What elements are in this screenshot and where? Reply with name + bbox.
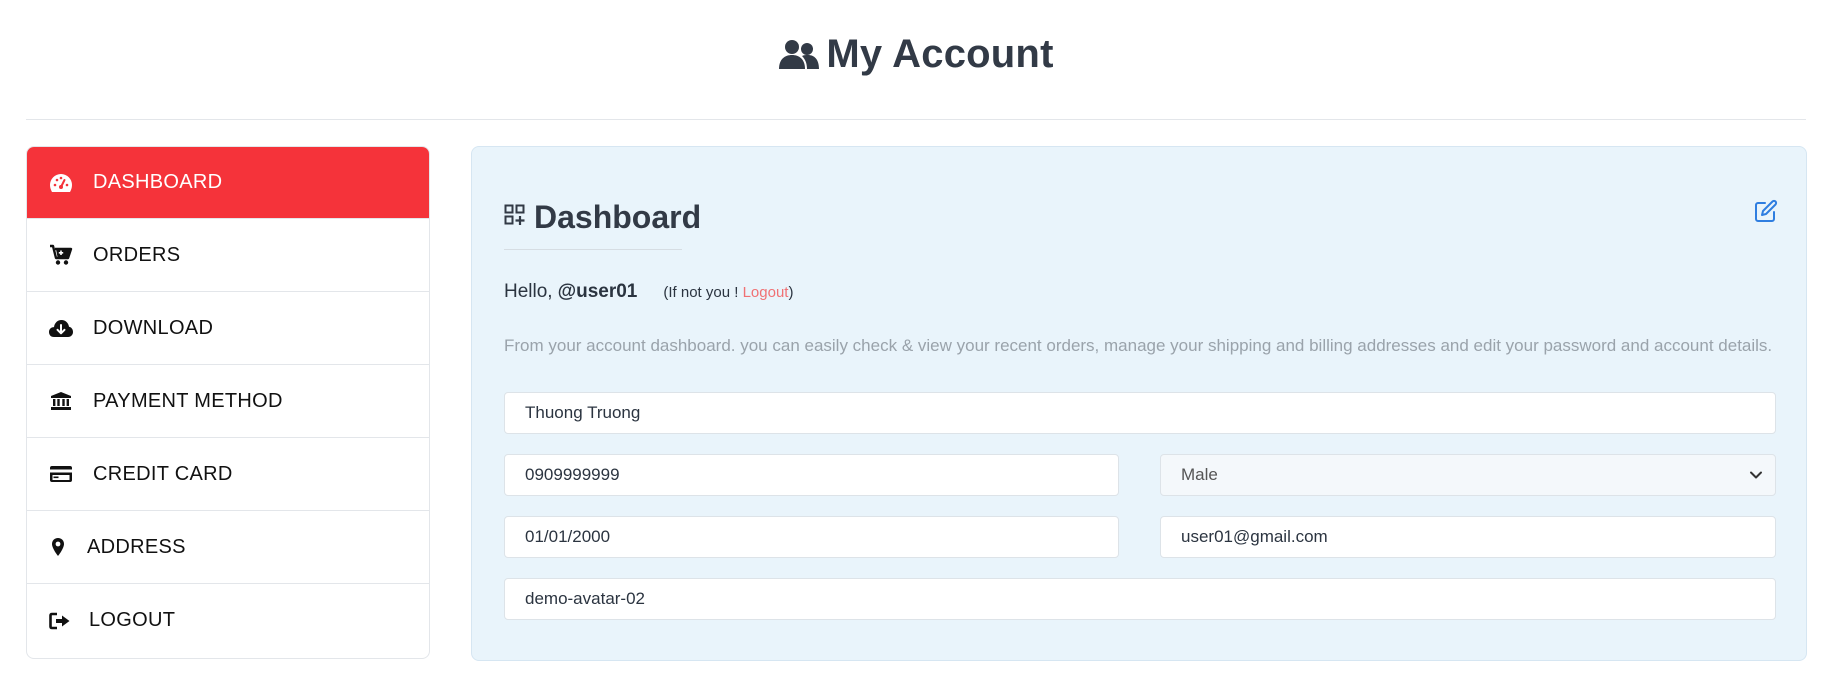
dashboard-panel: Dashboard Hello, @user01 (If not you ! L… (471, 146, 1807, 661)
sidebar-item-label: PAYMENT METHOD (93, 389, 283, 412)
sidebar-item-credit-card[interactable]: CREDIT CARD (27, 438, 429, 511)
cart-icon (47, 243, 75, 267)
chevron-down-icon (1749, 465, 1763, 485)
bank-icon (47, 389, 75, 413)
not-you-prefix: (If not you ! (663, 284, 743, 301)
greeting: Hello, @user01 (If not you ! Logout) (504, 281, 793, 303)
map-marker-icon (47, 535, 69, 559)
greeting-prefix: Hello, (504, 281, 553, 302)
sidebar-item-address[interactable]: ADDRESS (27, 511, 429, 584)
sidebar-item-label: ORDERS (93, 243, 181, 266)
dashboard-description: From your account dashboard. you can eas… (504, 336, 1773, 355)
sidebar-item-label: LOGOUT (89, 609, 176, 631)
credit-card-icon (47, 462, 75, 486)
apps-add-icon (504, 204, 526, 231)
sidebar-item-dashboard[interactable]: DASHBOARD (27, 147, 429, 219)
page-title-wrap: My Account (778, 32, 1053, 77)
title-divider (504, 249, 682, 250)
dashboard-title: Dashboard (534, 199, 702, 235)
page-title: My Account (826, 32, 1054, 76)
gender-select[interactable]: Male (1160, 454, 1776, 496)
cloud-download-icon (47, 316, 75, 340)
sidebar-item-label: DOWNLOAD (93, 316, 214, 339)
name-field[interactable] (504, 392, 1776, 434)
edit-profile-button[interactable] (1754, 199, 1778, 228)
avatar-field[interactable] (504, 578, 1776, 620)
gender-selected-value: Male (1181, 465, 1218, 484)
sidebar-item-payment-method[interactable]: PAYMENT METHOD (27, 365, 429, 438)
page-header: My Account (26, 0, 1806, 120)
sidebar-item-label: DASHBOARD (93, 171, 223, 193)
phone-field[interactable] (504, 454, 1119, 496)
not-you-note: (If not you ! Logout) (663, 284, 793, 301)
sidebar-item-orders[interactable]: ORDERS (27, 219, 429, 292)
logout-link[interactable]: Logout (743, 284, 789, 301)
sign-out-icon (47, 609, 73, 633)
edit-icon (1754, 199, 1778, 227)
tachometer-icon (47, 171, 75, 195)
sidebar-item-label: CREDIT CARD (93, 462, 233, 485)
sidebar-item-download[interactable]: DOWNLOAD (27, 292, 429, 365)
sidebar-item-label: ADDRESS (87, 535, 186, 558)
sidebar-item-logout[interactable]: LOGOUT (27, 584, 429, 657)
username: @user01 (557, 281, 638, 302)
users-icon (778, 39, 820, 71)
not-you-suffix: ) (788, 284, 794, 301)
dob-field[interactable] (504, 516, 1119, 558)
email-field[interactable] (1160, 516, 1776, 558)
dashboard-heading: Dashboard (504, 199, 701, 236)
account-sidebar: DASHBOARD ORDERS DOWNLOAD PAYMENT METHOD… (26, 146, 430, 659)
